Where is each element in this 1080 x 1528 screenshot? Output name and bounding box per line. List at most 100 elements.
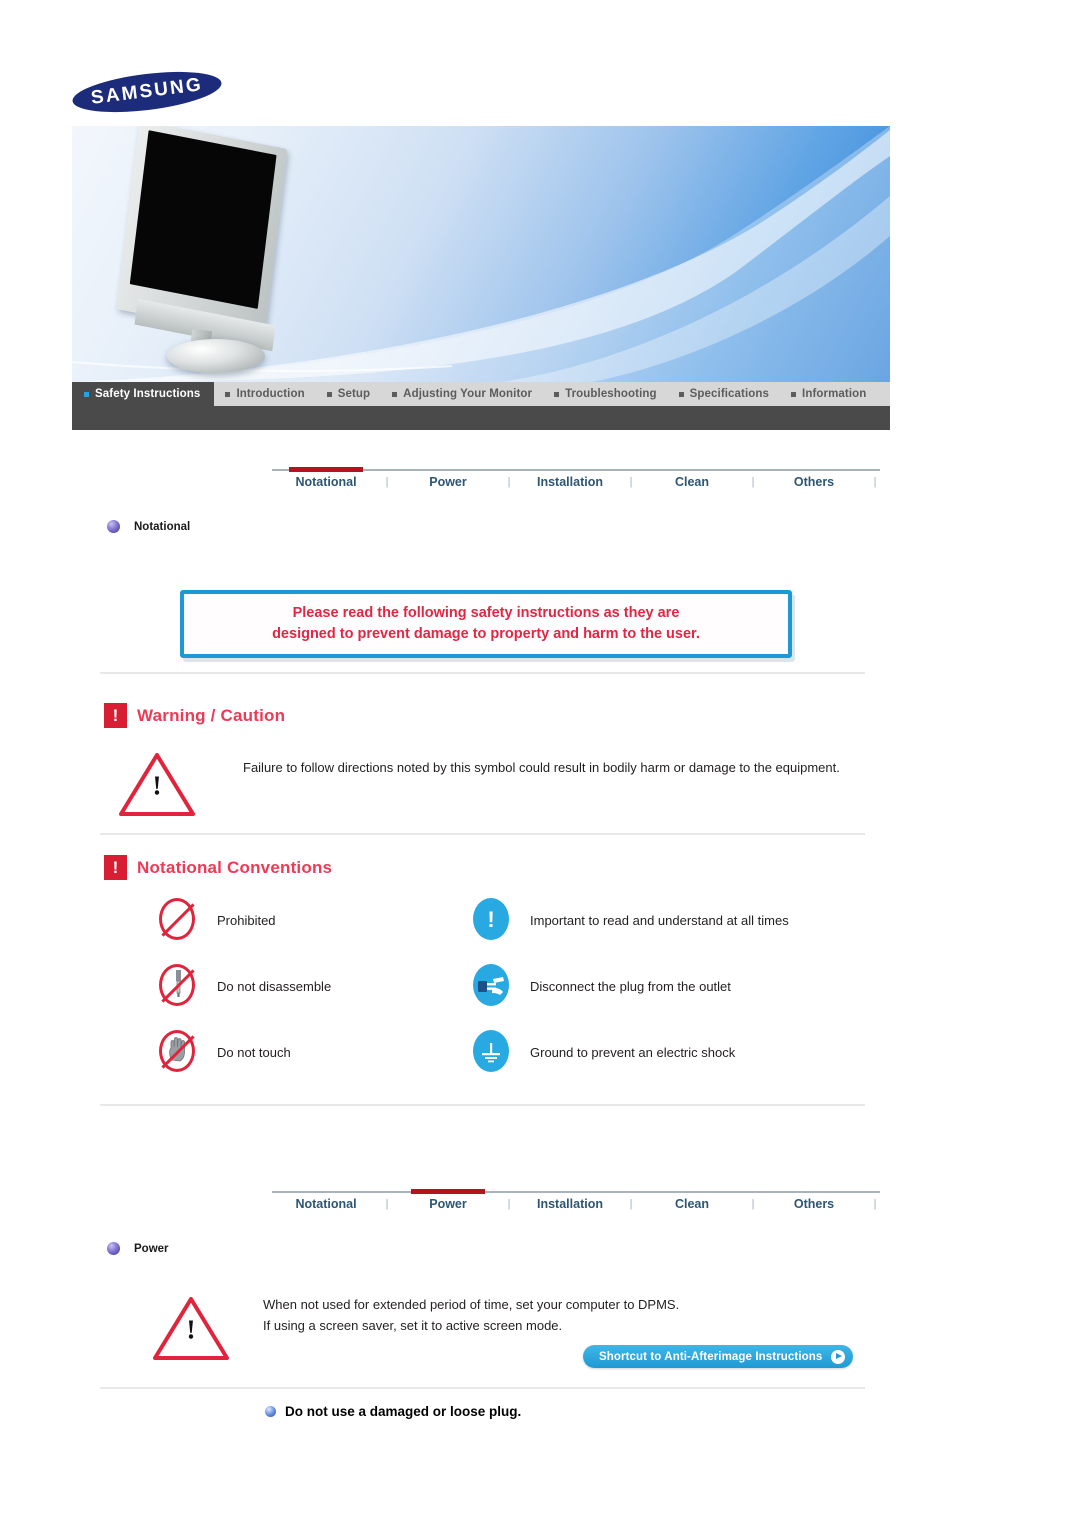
warning-caution-heading: ! Warning / Caution <box>104 703 285 728</box>
nav-item-information[interactable]: Information <box>780 382 877 406</box>
main-navigation[interactable]: Safety Instructions Introduction Setup A… <box>72 382 890 406</box>
convention-label: Disconnect the plug from the outlet <box>530 978 731 994</box>
tab-label: Installation <box>537 1197 603 1211</box>
tab-power-2[interactable]: Power <box>394 1184 502 1211</box>
convention-label: Do not disassemble <box>217 978 332 994</box>
do-not-touch-icon <box>155 1029 201 1075</box>
power-text-line-1: When not used for extended period of tim… <box>263 1297 680 1312</box>
nav-label: Safety Instructions <box>95 388 201 400</box>
sub-tabs-power[interactable]: Notational | Power | Installation | Clea… <box>272 1184 880 1218</box>
convention-label: Important to read and understand at all … <box>530 912 789 928</box>
notational-conventions-text: Notational Conventions <box>137 857 333 877</box>
tab-separator: | <box>629 1198 633 1210</box>
important-icon: ! <box>468 897 514 943</box>
convention-do-not-disassemble: Do not disassemble <box>155 963 331 1009</box>
tab-installation[interactable]: Installation <box>516 462 624 489</box>
tab-installation-2[interactable]: Installation <box>516 1184 624 1211</box>
exclamation-box-icon: ! <box>104 855 127 880</box>
blue-sphere-bullet-icon <box>265 1406 276 1417</box>
tab-label: Clean <box>674 475 710 489</box>
tab-separator: | <box>629 476 633 488</box>
tab-active-accent <box>411 1189 485 1194</box>
divider <box>100 1387 865 1389</box>
exclamation-glyph: ! <box>152 770 162 801</box>
tab-clean-2[interactable]: Clean <box>638 1184 746 1211</box>
nav-item-specifications[interactable]: Specifications <box>668 382 780 406</box>
nav-label: Specifications <box>689 388 770 400</box>
callout-line-1: Please read the following safety instruc… <box>292 605 680 621</box>
divider <box>100 672 865 674</box>
monitor-base <box>167 339 265 373</box>
bullet-square-icon <box>392 391 398 397</box>
nav-item-setup[interactable]: Setup <box>316 382 381 406</box>
hero-banner <box>72 126 890 382</box>
callout-text: Please read the following safety instruc… <box>272 603 700 645</box>
tab-separator: | <box>385 476 389 488</box>
nav-item-safety-instructions[interactable]: Safety Instructions <box>72 382 215 406</box>
convention-important: ! Important to read and understand at al… <box>468 897 789 943</box>
convention-do-not-touch: Do not touch <box>155 1029 291 1075</box>
power-warning-triangle-icon: ! <box>152 1296 230 1362</box>
tab-label: Notational <box>295 475 357 489</box>
section-label-text: Notational <box>134 520 191 533</box>
exclamation-box-icon: ! <box>104 703 127 728</box>
sub-tabs-notational[interactable]: Notational | Power | Installation | Clea… <box>272 462 880 496</box>
convention-prohibited: Prohibited <box>155 897 276 943</box>
tab-notational-2[interactable]: Notational <box>272 1184 380 1211</box>
tab-others[interactable]: Others <box>760 462 868 489</box>
tab-separator: | <box>507 476 511 488</box>
convention-label: Ground to prevent an electric shock <box>530 1044 736 1060</box>
tab-label: Others <box>793 1197 835 1211</box>
play-icon <box>831 1349 846 1364</box>
bullet-square-icon <box>791 391 797 397</box>
prohibited-icon <box>155 897 201 943</box>
logo-text: SAMSUNG <box>89 74 205 109</box>
safety-callout-box: Please read the following safety instruc… <box>180 590 792 658</box>
tab-power[interactable]: Power <box>394 462 502 489</box>
notational-conventions-heading: ! Notational Conventions <box>104 855 332 880</box>
callout-line-2: designed to prevent damage to property a… <box>272 626 700 642</box>
plug-hand-glyph <box>468 963 514 1009</box>
bullet-square-icon <box>84 391 89 397</box>
shortcut-button-label: Shortcut to Anti-Afterimage Instructions <box>599 1350 823 1363</box>
divider <box>100 1104 865 1106</box>
bullet-square-icon <box>326 391 332 397</box>
tab-separator: | <box>507 1198 511 1210</box>
tab-active-accent <box>289 467 363 472</box>
nav-label: Introduction <box>236 388 305 400</box>
warning-body-text: Failure to follow directions noted by th… <box>243 760 840 775</box>
nav-bottom-bar <box>72 406 890 430</box>
convention-ground: Ground to prevent an electric shock <box>468 1029 735 1075</box>
tab-label: Power <box>429 475 467 489</box>
nav-label: Information <box>802 388 867 400</box>
tab-clean[interactable]: Clean <box>638 462 746 489</box>
do-not-disassemble-icon <box>155 963 201 1009</box>
sphere-bullet-icon <box>107 1242 120 1255</box>
bullet-square-icon <box>678 391 684 397</box>
warning-caution-text: Warning / Caution <box>137 705 286 725</box>
tab-others-2[interactable]: Others <box>760 1184 868 1211</box>
important-glyph: ! <box>487 907 495 932</box>
nav-item-troubleshooting[interactable]: Troubleshooting <box>543 382 668 406</box>
exclamation-glyph: ! <box>186 1314 196 1345</box>
tab-label: Installation <box>537 475 603 489</box>
tab-separator: | <box>873 1198 877 1210</box>
ground-icon <box>468 1029 514 1075</box>
nav-label: Setup <box>337 388 371 400</box>
divider <box>100 833 865 835</box>
disconnect-plug-icon <box>468 963 514 1009</box>
tab-label: Power <box>429 1197 467 1211</box>
section-label-power: Power <box>107 1242 169 1255</box>
shortcut-anti-afterimage-button[interactable]: Shortcut to Anti-Afterimage Instructions <box>583 1345 854 1368</box>
nav-item-adjusting-your-monitor[interactable]: Adjusting Your Monitor <box>381 382 543 406</box>
convention-label: Do not touch <box>217 1044 291 1060</box>
nav-label: Troubleshooting <box>565 388 657 400</box>
tab-separator: | <box>751 476 755 488</box>
tab-separator: | <box>385 1198 389 1210</box>
tab-notational[interactable]: Notational <box>272 462 380 489</box>
lcd-monitor-image <box>116 126 332 374</box>
tab-label: Clean <box>674 1197 710 1211</box>
nav-item-introduction[interactable]: Introduction <box>214 382 315 406</box>
power-body-text: When not used for extended period of tim… <box>263 1294 863 1336</box>
tab-separator: | <box>751 1198 755 1210</box>
